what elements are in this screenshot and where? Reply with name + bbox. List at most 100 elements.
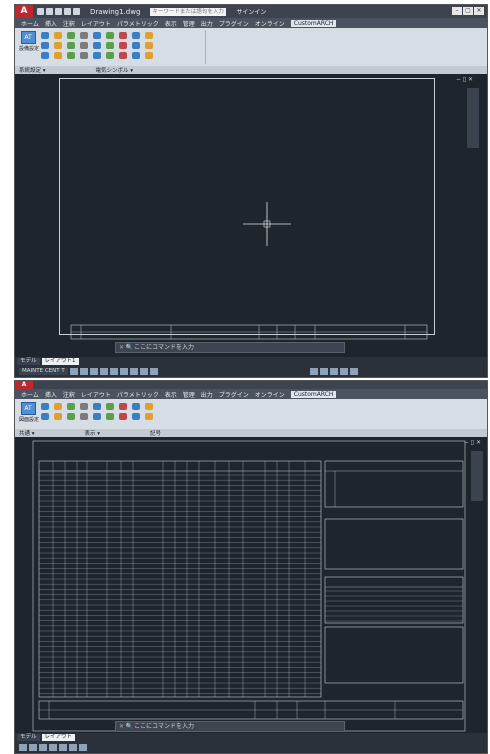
tab-manage[interactable]: 管理 [183, 390, 195, 399]
search-input[interactable]: キーワードまたは語句を入力 [150, 7, 227, 16]
panel-label-display[interactable]: 表示 ▾ [85, 429, 101, 437]
ribbon-tool-icon[interactable] [93, 52, 101, 59]
tab-home[interactable]: ホーム [21, 19, 39, 28]
ribbon-tool-icon[interactable] [67, 42, 75, 49]
ribbon-tool-icon[interactable] [106, 52, 114, 59]
ribbon-tool-icon[interactable] [41, 52, 49, 59]
osnap-icon[interactable] [109, 368, 118, 375]
ribbon-tool-icon[interactable] [132, 32, 140, 39]
tab-customarch[interactable]: CustomARCH [290, 390, 337, 398]
close-icon[interactable]: ✕ 🔍 [119, 722, 133, 731]
ribbon-tool-icon[interactable] [106, 32, 114, 39]
ribbon-tool-icon[interactable] [54, 42, 62, 49]
drawing-viewport[interactable]: − ▯ ✕ ✕ 🔍 ここにコマンドを入力 [15, 437, 487, 733]
lock-icon[interactable] [329, 368, 338, 375]
ribbon-tool-icon[interactable] [132, 413, 140, 420]
command-line[interactable]: ✕ 🔍 ここにコマンドを入力 [115, 342, 345, 353]
navigation-bar[interactable] [467, 88, 479, 148]
clean-screen-icon[interactable] [349, 368, 358, 375]
ribbon-tool-icon[interactable] [67, 413, 75, 420]
snap-icon[interactable] [69, 368, 78, 375]
ribbon-tool-icon[interactable] [54, 403, 62, 410]
tab-manage[interactable]: 管理 [183, 19, 195, 28]
ducs-icon[interactable] [129, 368, 138, 375]
ribbon-tool-icon[interactable] [145, 32, 153, 39]
viewport-controls[interactable]: − ▯ ✕ [464, 439, 481, 446]
tab-parametric[interactable]: パラメトリック [117, 19, 159, 28]
tab-output[interactable]: 出力 [201, 390, 213, 399]
save-icon[interactable] [55, 8, 62, 15]
otrack-icon[interactable] [69, 744, 77, 751]
ribbon-tool-icon[interactable] [145, 52, 153, 59]
ribbon-tool-icon[interactable] [41, 403, 49, 410]
osnap-icon[interactable] [59, 744, 67, 751]
tab-insert[interactable]: 挿入 [45, 390, 57, 399]
tab-layout1[interactable]: レイアウト1 [41, 358, 79, 365]
tab-view[interactable]: 表示 [165, 390, 177, 399]
panel-label-system[interactable]: 系統設定 ▾ [19, 66, 46, 74]
lineweight-icon[interactable] [149, 368, 158, 375]
command-input[interactable]: ここにコマンドを入力 [134, 723, 194, 730]
ribbon-tool-icon[interactable] [67, 403, 75, 410]
ribbon-tool-icon[interactable] [145, 403, 153, 410]
signin-button[interactable]: サインイン [236, 7, 266, 16]
ribbon-tool-icon[interactable] [80, 32, 88, 39]
settings-button[interactable]: AT 設備設定 [19, 31, 39, 53]
tab-customarch[interactable]: CustomARCH [290, 19, 337, 27]
tab-layout[interactable]: レイアウト [81, 19, 111, 28]
command-input[interactable]: ここにコマンドを入力 [134, 344, 194, 351]
drawing-viewport[interactable]: − ▯ ✕ ✕ 🔍 ここにコマンドを入力 [15, 74, 487, 357]
tab-insert[interactable]: 挿入 [45, 19, 57, 28]
grid-icon[interactable] [79, 368, 88, 375]
ribbon-tool-icon[interactable] [119, 413, 127, 420]
dyn-icon[interactable] [79, 744, 87, 751]
ribbon-tool-icon[interactable] [80, 42, 88, 49]
open-icon[interactable] [46, 8, 53, 15]
tab-annotate[interactable]: 注釈 [63, 19, 75, 28]
tab-layout[interactable]: レイアウト [81, 390, 111, 399]
ribbon-tool-icon[interactable] [67, 52, 75, 59]
ribbon-tool-icon[interactable] [119, 52, 127, 59]
ribbon-tool-icon[interactable] [145, 413, 153, 420]
redo-icon[interactable] [73, 8, 80, 15]
ribbon-tool-icon[interactable] [54, 413, 62, 420]
tab-online[interactable]: オンライン [255, 390, 285, 399]
otrack-icon[interactable] [119, 368, 128, 375]
ribbon-tool-icon[interactable] [41, 413, 49, 420]
ribbon-tool-icon[interactable] [119, 32, 127, 39]
ribbon-tool-icon[interactable] [93, 403, 101, 410]
ribbon-tool-icon[interactable] [145, 42, 153, 49]
ribbon-tool-icon[interactable] [80, 52, 88, 59]
close-icon[interactable]: ✕ [474, 7, 484, 15]
tab-home[interactable]: ホーム [21, 390, 39, 399]
autocad-logo-icon[interactable]: A [15, 5, 33, 18]
ribbon-tool-icon[interactable] [54, 52, 62, 59]
ribbon-tool-icon[interactable] [41, 32, 49, 39]
ribbon-tool-icon[interactable] [106, 413, 114, 420]
workspace-icon[interactable] [319, 368, 328, 375]
ribbon-tool-icon[interactable] [93, 413, 101, 420]
tab-parametric[interactable]: パラメトリック [117, 390, 159, 399]
ribbon-tool-icon[interactable] [67, 32, 75, 39]
ribbon-tool-icon[interactable] [80, 413, 88, 420]
new-icon[interactable] [37, 8, 44, 15]
tab-layout1[interactable]: レイアウト [41, 734, 76, 741]
dyn-icon[interactable] [139, 368, 148, 375]
ribbon-tool-icon[interactable] [119, 403, 127, 410]
annotation-scale-icon[interactable] [309, 368, 318, 375]
isolate-icon[interactable] [339, 368, 348, 375]
tab-model[interactable]: モデル [17, 358, 40, 365]
panel-label-symbol[interactable]: 記号 [150, 429, 161, 437]
tab-model[interactable]: モデル [17, 734, 40, 741]
tab-output[interactable]: 出力 [201, 19, 213, 28]
ribbon-tool-icon[interactable] [132, 52, 140, 59]
polar-icon[interactable] [49, 744, 57, 751]
ribbon-tool-icon[interactable] [106, 403, 114, 410]
tab-annotate[interactable]: 注釈 [63, 390, 75, 399]
tab-view[interactable]: 表示 [165, 19, 177, 28]
ribbon-tool-icon[interactable] [41, 42, 49, 49]
autocad-logo-icon[interactable]: A [15, 381, 33, 389]
close-icon[interactable]: ✕ 🔍 [119, 343, 133, 352]
tab-plugins[interactable]: プラグイン [219, 19, 249, 28]
ribbon-tool-icon[interactable] [119, 42, 127, 49]
